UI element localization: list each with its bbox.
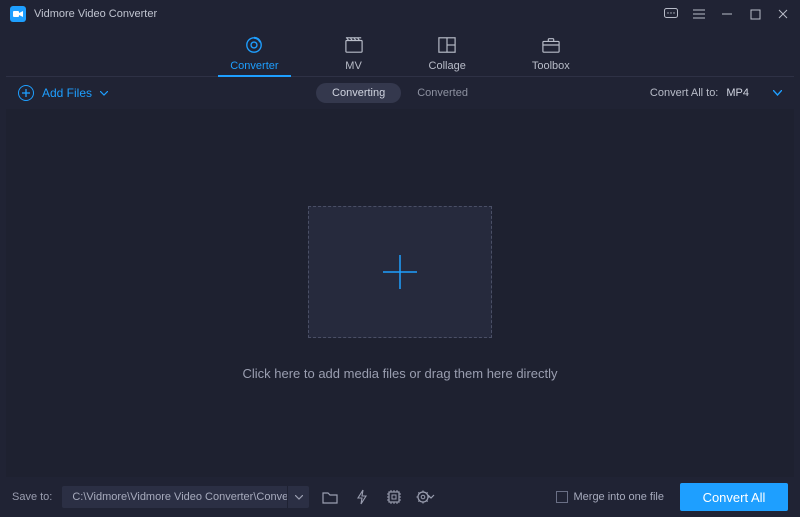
- minimize-button[interactable]: [720, 7, 734, 21]
- sub-tabs: Converting Converted: [316, 83, 484, 103]
- tab-converter-label: Converter: [230, 60, 278, 72]
- output-format-select[interactable]: MP4: [726, 87, 782, 99]
- convert-all-button[interactable]: Convert All: [680, 483, 788, 511]
- settings-button[interactable]: [415, 486, 437, 508]
- toolbar: Add Files Converting Converted Convert A…: [0, 77, 800, 109]
- tab-mv[interactable]: MV: [337, 36, 371, 76]
- maximize-button[interactable]: [748, 7, 762, 21]
- close-button[interactable]: [776, 7, 790, 21]
- tab-toolbox-label: Toolbox: [532, 60, 570, 72]
- tab-collage-label: Collage: [429, 60, 466, 72]
- cpu-settings-button[interactable]: [383, 486, 405, 508]
- converter-icon: [245, 36, 263, 54]
- app-title: Vidmore Video Converter: [34, 8, 157, 20]
- add-files-dropzone[interactable]: [308, 206, 492, 338]
- add-files-label: Add Files: [42, 86, 92, 100]
- output-format-value: MP4: [726, 87, 749, 99]
- tab-toolbox[interactable]: Toolbox: [524, 36, 578, 76]
- convert-all-to: Convert All to: MP4: [650, 87, 782, 99]
- save-path-select[interactable]: C:\Vidmore\Vidmore Video Converter\Conve…: [62, 486, 309, 508]
- merge-label: Merge into one file: [574, 491, 665, 503]
- toolbox-icon: [542, 36, 560, 54]
- chevron-down-icon: [773, 90, 782, 96]
- tab-mv-label: MV: [345, 60, 362, 72]
- chevron-down-icon: [100, 91, 108, 96]
- hardware-accel-button[interactable]: [351, 486, 373, 508]
- menu-icon[interactable]: [692, 7, 706, 21]
- titlebar: Vidmore Video Converter: [0, 0, 800, 28]
- save-to-label: Save to:: [12, 491, 52, 503]
- plus-icon: [379, 251, 421, 293]
- tab-collage[interactable]: Collage: [421, 36, 474, 76]
- chevron-down-icon[interactable]: [287, 486, 309, 508]
- save-path-value: C:\Vidmore\Vidmore Video Converter\Conve…: [62, 491, 287, 503]
- tab-converter[interactable]: Converter: [222, 36, 286, 76]
- subtab-converted[interactable]: Converted: [401, 83, 484, 103]
- app-logo: [10, 6, 26, 22]
- add-files-button[interactable]: Add Files: [18, 85, 108, 101]
- collage-icon: [438, 36, 456, 54]
- convert-all-to-label: Convert All to:: [650, 87, 718, 99]
- checkbox-icon: [556, 491, 568, 503]
- mv-icon: [345, 36, 363, 54]
- open-folder-button[interactable]: [319, 486, 341, 508]
- feedback-icon[interactable]: [664, 7, 678, 21]
- main-area: Click here to add media files or drag th…: [6, 109, 794, 477]
- window-controls: [664, 7, 790, 21]
- bottom-bar: Save to: C:\Vidmore\Vidmore Video Conver…: [0, 477, 800, 517]
- dropzone-hint: Click here to add media files or drag th…: [242, 366, 557, 381]
- plus-circle-icon: [18, 85, 34, 101]
- subtab-converting[interactable]: Converting: [316, 83, 401, 103]
- top-tabs: Converter MV Collage Toolbox: [0, 28, 800, 76]
- merge-checkbox[interactable]: Merge into one file: [556, 491, 665, 503]
